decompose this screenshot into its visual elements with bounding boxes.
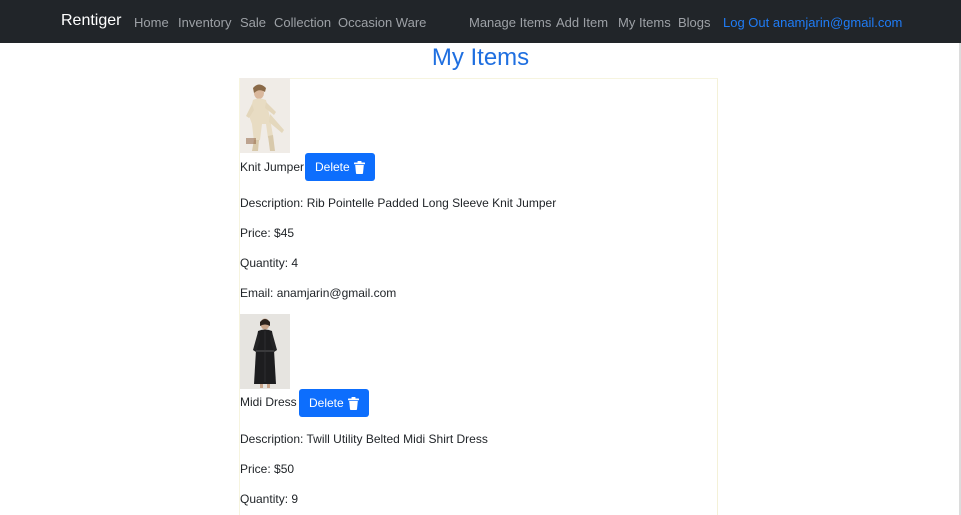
item-card: Midi Dress Delete Description: Twill Uti… [240,314,718,515]
trash-icon [347,396,359,410]
item-description: Description: Rib Pointelle Padded Long S… [240,196,556,210]
item-name: Midi Dress [240,395,297,409]
nav-link-collection[interactable]: Collection [274,15,331,30]
top-navbar: Rentiger Home Inventory Sale Collection … [0,0,961,43]
nav-link-inventory[interactable]: Inventory [178,15,231,30]
delete-button-label: Delete [315,160,350,174]
item-quantity: Quantity: 9 [240,492,298,506]
nav-link-my-items[interactable]: My Items [618,15,671,30]
price-label: Price: [240,226,275,240]
quantity-label: Quantity: [240,256,292,270]
quantity-value: 9 [291,492,299,506]
description-value: Rib Pointelle Padded Long Sleeve Knit Ju… [306,196,557,210]
nav-link-blogs[interactable]: Blogs [678,15,711,30]
item-description: Description: Twill Utility Belted Midi S… [240,432,488,446]
price-value: $50 [274,462,295,476]
delete-button[interactable]: Delete [299,389,369,417]
logout-link[interactable]: Log Out anamjarin@gmail.com [723,15,902,30]
description-label: Description: [240,432,307,446]
description-value: Twill Utility Belted Midi Shirt Dress [306,432,488,446]
quantity-label: Quantity: [240,492,292,506]
nav-link-manage-items[interactable]: Manage Items [469,15,551,30]
nav-link-sale[interactable]: Sale [240,15,266,30]
delete-button-label: Delete [309,396,344,410]
item-name: Knit Jumper [240,160,305,174]
description-label: Description: [240,196,307,210]
price-label: Price: [240,462,275,476]
delete-button[interactable]: Delete [305,153,375,181]
trash-icon [353,160,365,174]
item-price: Price: $50 [240,462,294,476]
email-value: anamjarin@gmail.com [276,286,397,300]
midi-dress-photo-icon [240,314,290,389]
quantity-value: 4 [291,256,299,270]
item-email: Email: anamjarin@gmail.com [240,286,396,300]
nav-link-add-item[interactable]: Add Item [556,15,608,30]
brand-logo[interactable]: Rentiger [61,12,121,30]
knit-jumper-photo-icon [240,78,290,153]
email-label: Email: [240,286,277,300]
item-price: Price: $45 [240,226,294,240]
item-card: Knit Jumper Delete Description: Rib Poin… [240,78,718,314]
item-quantity: Quantity: 4 [240,256,298,270]
nav-link-home[interactable]: Home [134,15,169,30]
price-value: $45 [274,226,295,240]
nav-link-occasion-ware[interactable]: Occasion Ware [338,15,426,30]
page-title: My Items [431,44,530,71]
